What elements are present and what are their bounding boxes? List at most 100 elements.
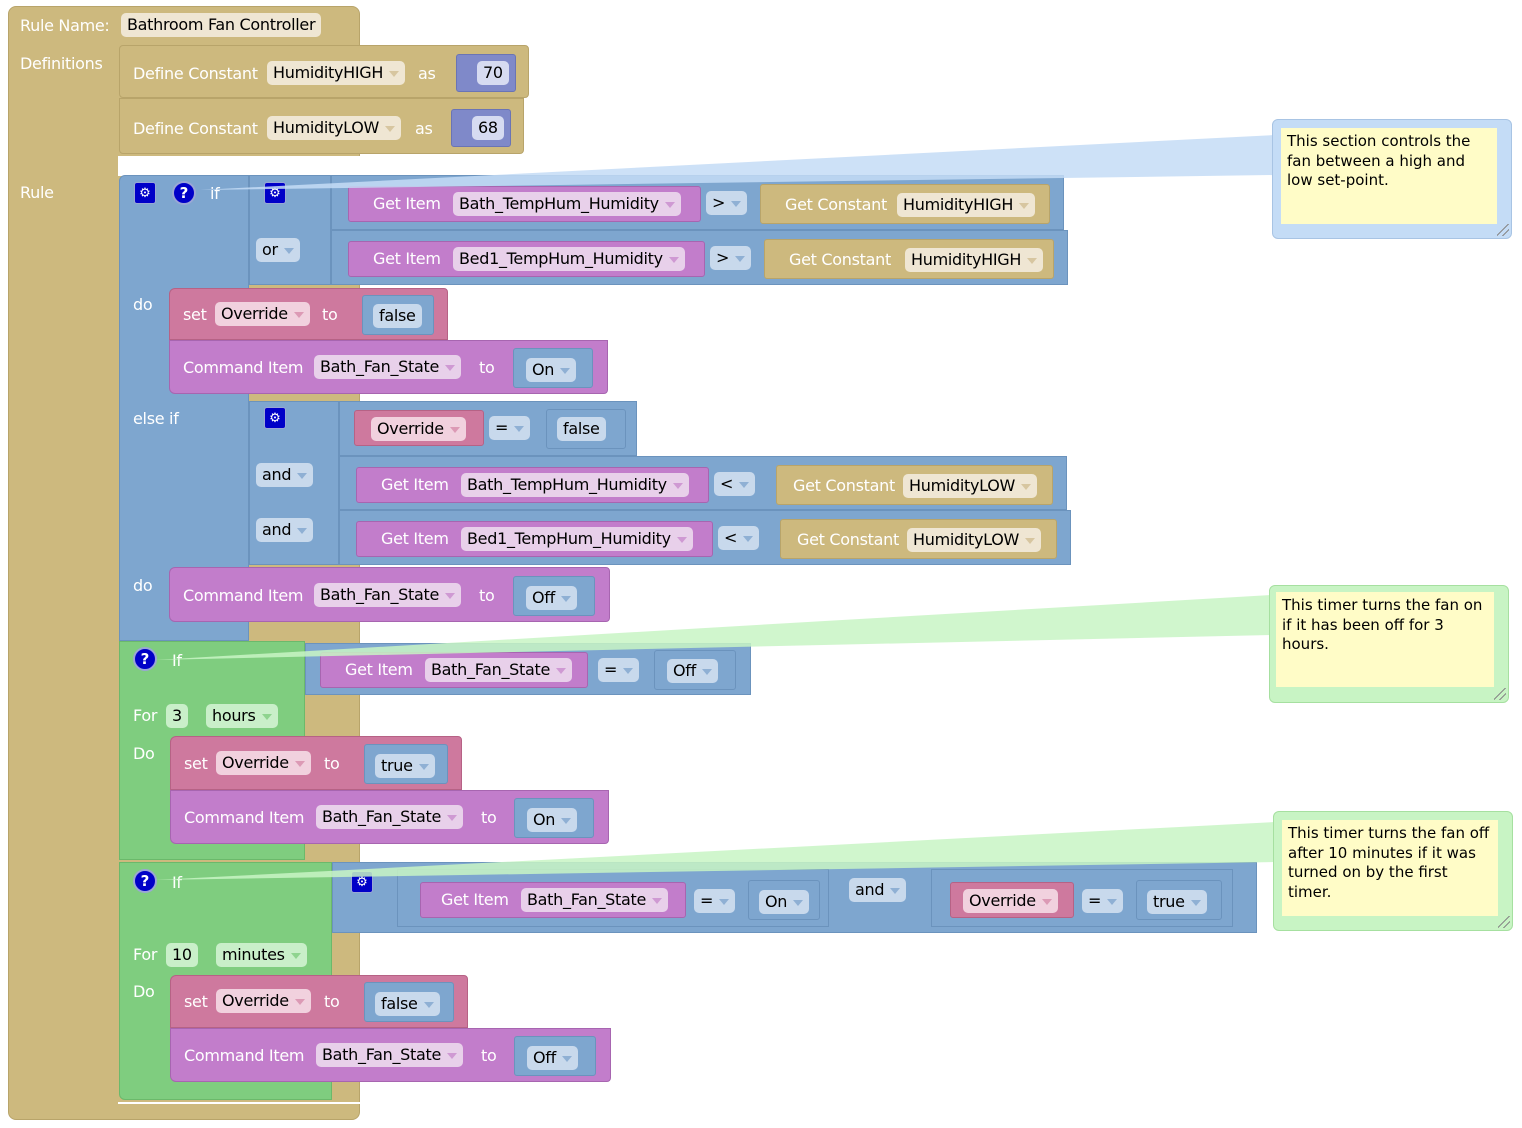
operator-dropdown[interactable]: <: [714, 472, 756, 496]
state-dropdown[interactable]: Off: [667, 659, 718, 683]
item-dropdown[interactable]: Bed1_TempHum_Humidity: [461, 527, 693, 551]
state-dropdown[interactable]: On: [527, 808, 578, 832]
variable-dropdown[interactable]: Override: [371, 417, 466, 441]
logic-and-block[interactable]: ⚙ Get Item Bath_Fan_State = On and Overr…: [332, 862, 1257, 933]
item-dropdown[interactable]: Bath_TempHum_Humidity: [461, 473, 689, 497]
get-item-block[interactable]: Get Item Bath_TempHum_Humidity: [356, 467, 709, 503]
compare-block[interactable]: Get Item Bed1_TempHum_Humidity < Get Con…: [339, 510, 1071, 565]
state-block[interactable]: On: [513, 348, 593, 388]
variable-dropdown[interactable]: Override: [216, 751, 311, 775]
or-dropdown[interactable]: or: [256, 238, 300, 262]
get-constant-block[interactable]: Get Constant HumidityHIGH: [760, 184, 1050, 224]
state-dropdown[interactable]: Off: [527, 1046, 578, 1070]
define-constant-high-block[interactable]: Define Constant HumidityHIGH as 70: [119, 45, 529, 98]
boolean-dropdown[interactable]: false: [375, 992, 440, 1016]
constant-dropdown[interactable]: HumidityHIGH: [905, 248, 1044, 272]
compare-block[interactable]: Get Item Bed1_TempHum_Humidity > Get Con…: [331, 230, 1068, 285]
help-icon[interactable]: ?: [133, 869, 157, 893]
set-variable-block[interactable]: set Override to false: [170, 975, 468, 1028]
variable-dropdown[interactable]: Override: [216, 989, 311, 1013]
boolean-block[interactable]: false: [546, 409, 626, 449]
number-block[interactable]: 70: [456, 54, 516, 92]
compare-block[interactable]: Get Item Bath_TempHum_Humidity > Get Con…: [331, 175, 1064, 230]
duration-field[interactable]: 3: [166, 704, 188, 728]
item-dropdown[interactable]: Bath_Fan_State: [425, 658, 573, 682]
boolean-dropdown[interactable]: true: [375, 754, 435, 778]
or-mutator-gear-icon[interactable]: ⚙: [264, 182, 286, 204]
get-constant-block[interactable]: Get Constant HumidityLOW: [776, 465, 1053, 505]
comment-text[interactable]: This timer turns the fan on if it has be…: [1276, 592, 1494, 687]
get-constant-block[interactable]: Get Constant HumidityLOW: [780, 519, 1057, 559]
state-block[interactable]: Off: [514, 1036, 596, 1076]
item-dropdown[interactable]: Bath_Fan_State: [314, 583, 462, 607]
command-item-block[interactable]: Command Item Bath_Fan_State to Off: [169, 567, 610, 622]
comment-text[interactable]: This section controls the fan between a …: [1281, 128, 1497, 224]
get-item-block[interactable]: Get Item Bath_TempHum_Humidity: [348, 186, 701, 222]
boolean-field[interactable]: false: [373, 304, 422, 328]
state-block[interactable]: On: [748, 880, 820, 920]
comment-text[interactable]: This timer turns the fan off after 10 mi…: [1282, 820, 1498, 916]
boolean-block[interactable]: true: [364, 744, 448, 784]
get-item-block[interactable]: Get Item Bed1_TempHum_Humidity: [356, 521, 713, 557]
variable-dropdown[interactable]: Override: [215, 302, 310, 326]
comment-bubble[interactable]: This section controls the fan between a …: [1272, 119, 1512, 239]
help-icon[interactable]: ?: [133, 647, 157, 671]
resize-handle-icon[interactable]: [1494, 688, 1506, 700]
compare-block[interactable]: Get Item Bath_Fan_State = Off: [305, 643, 751, 695]
comment-bubble[interactable]: This timer turns the fan off after 10 mi…: [1273, 811, 1513, 931]
compare-block[interactable]: Override = false: [339, 401, 637, 456]
compare-block[interactable]: Override = true: [931, 869, 1233, 927]
constant-dropdown[interactable]: HumidityLOW: [903, 474, 1038, 498]
operator-dropdown[interactable]: =: [694, 889, 736, 913]
command-item-block[interactable]: Command Item Bath_Fan_State to On: [170, 790, 609, 844]
time-unit-dropdown[interactable]: minutes: [216, 943, 307, 967]
time-unit-dropdown[interactable]: hours: [206, 704, 278, 728]
constant-name-dropdown[interactable]: HumidityHIGH: [267, 61, 406, 85]
state-dropdown[interactable]: On: [526, 358, 577, 382]
and-dropdown[interactable]: and: [849, 878, 907, 902]
get-item-block[interactable]: Get Item Bath_Fan_State: [320, 652, 588, 688]
command-item-block[interactable]: Command Item Bath_Fan_State to Off: [170, 1028, 611, 1082]
constant-dropdown[interactable]: HumidityHIGH: [897, 193, 1036, 217]
state-dropdown[interactable]: Off: [526, 586, 577, 610]
and-mutator-gear-icon[interactable]: ⚙: [351, 871, 373, 893]
comment-bubble[interactable]: This timer turns the fan on if it has be…: [1269, 585, 1509, 703]
boolean-block[interactable]: true: [1136, 880, 1222, 920]
get-constant-block[interactable]: Get Constant HumidityHIGH: [764, 239, 1054, 279]
command-item-block[interactable]: Command Item Bath_Fan_State to On: [169, 340, 608, 394]
get-variable-block[interactable]: Override: [354, 410, 484, 446]
boolean-dropdown[interactable]: true: [1147, 890, 1207, 914]
and-dropdown[interactable]: and: [256, 518, 314, 542]
state-block[interactable]: On: [514, 798, 594, 838]
get-item-block[interactable]: Get Item Bath_Fan_State: [420, 882, 686, 918]
duration-field[interactable]: 10: [166, 943, 198, 967]
state-block[interactable]: Off: [513, 576, 595, 616]
state-block[interactable]: Off: [654, 650, 736, 690]
item-dropdown[interactable]: Bath_Fan_State: [521, 888, 669, 912]
resize-handle-icon[interactable]: [1498, 916, 1510, 928]
operator-dropdown[interactable]: >: [710, 246, 752, 270]
item-dropdown[interactable]: Bath_Fan_State: [316, 1043, 464, 1067]
set-variable-block[interactable]: set Override to true: [170, 736, 462, 790]
get-variable-block[interactable]: Override: [950, 882, 1074, 918]
help-icon[interactable]: ?: [172, 181, 196, 205]
number-field[interactable]: 70: [477, 61, 509, 85]
item-dropdown[interactable]: Bath_TempHum_Humidity: [453, 192, 681, 216]
compare-block[interactable]: Get Item Bath_TempHum_Humidity < Get Con…: [339, 456, 1067, 510]
state-dropdown[interactable]: On: [759, 890, 810, 914]
boolean-field[interactable]: false: [557, 417, 606, 441]
constant-dropdown[interactable]: HumidityLOW: [907, 528, 1042, 552]
resize-handle-icon[interactable]: [1497, 224, 1509, 236]
variable-dropdown[interactable]: Override: [963, 889, 1058, 913]
item-dropdown[interactable]: Bath_Fan_State: [316, 805, 464, 829]
boolean-block[interactable]: false: [362, 295, 434, 335]
operator-dropdown[interactable]: =: [1082, 889, 1124, 913]
constant-name-dropdown[interactable]: HumidityLOW: [267, 116, 402, 140]
mutator-gear-icon[interactable]: ⚙: [134, 182, 156, 204]
and-mutator-gear-icon[interactable]: ⚙: [264, 407, 286, 429]
operator-dropdown[interactable]: <: [718, 526, 760, 550]
operator-dropdown[interactable]: >: [706, 191, 748, 215]
operator-dropdown[interactable]: =: [489, 416, 531, 440]
if-condition-container[interactable]: [249, 175, 331, 285]
set-variable-block[interactable]: set Override to false: [169, 288, 448, 340]
